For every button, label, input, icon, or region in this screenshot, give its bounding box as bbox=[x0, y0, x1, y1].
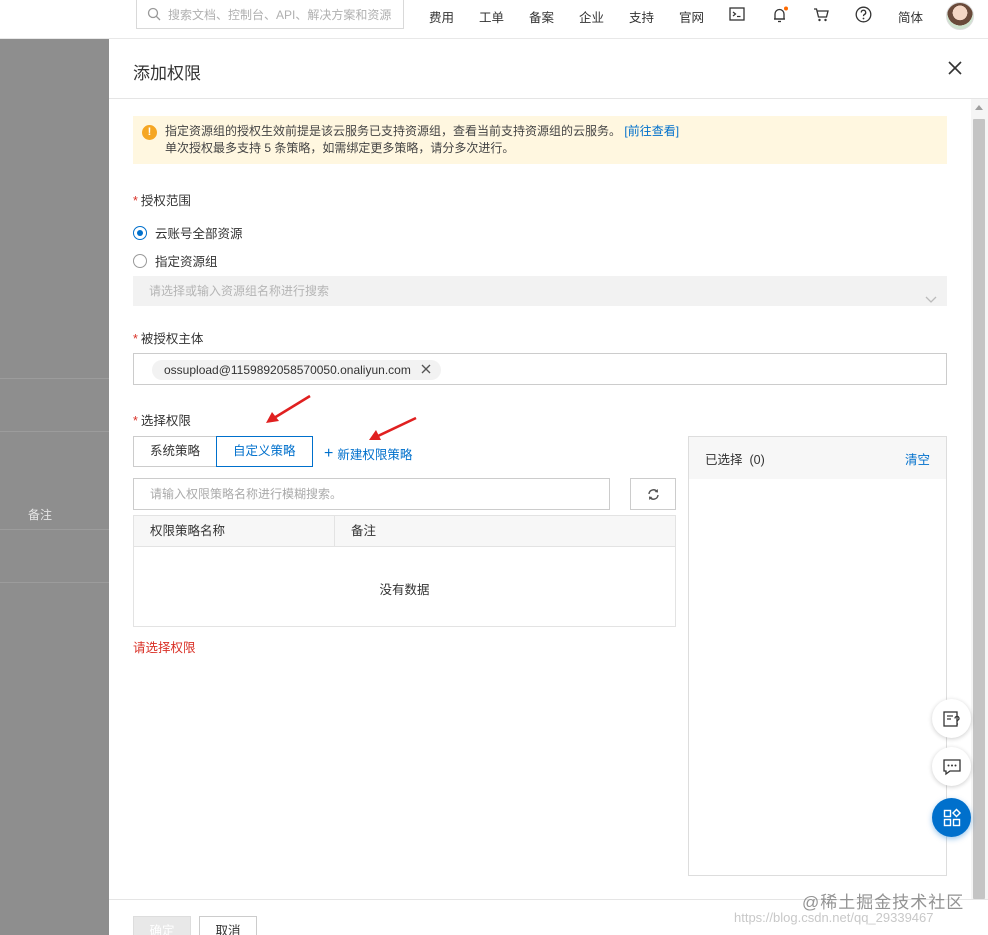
column-header-policy-name: 权限策略名称 bbox=[134, 516, 335, 546]
new-policy-label: 新建权限策略 bbox=[337, 448, 413, 462]
chat-button[interactable] bbox=[932, 747, 971, 786]
principal-label-text: 被授权主体 bbox=[140, 332, 204, 346]
chevron-down-icon bbox=[925, 285, 937, 315]
required-asterisk: * bbox=[133, 194, 138, 208]
remove-tag-icon[interactable] bbox=[421, 363, 431, 377]
drawer-title: 添加权限 bbox=[133, 64, 201, 83]
resource-group-placeholder: 请选择或输入资源组名称进行搜索 bbox=[149, 284, 330, 298]
annotation-arrow-icon bbox=[369, 416, 417, 440]
help-icon[interactable] bbox=[855, 6, 872, 26]
resource-group-notice: ! 指定资源组的授权生效前提是该云服务已支持资源组，查看当前支持资源组的云服务。… bbox=[133, 116, 947, 164]
nav-official-site[interactable]: 官网 bbox=[679, 7, 704, 26]
terminal-icon[interactable] bbox=[729, 6, 745, 25]
notification-bell-icon[interactable] bbox=[771, 6, 789, 27]
scope-label: * 授权范围 bbox=[133, 190, 191, 209]
scope-option-resource-group[interactable]: 指定资源组 bbox=[133, 251, 218, 270]
refresh-button[interactable] bbox=[630, 478, 676, 510]
refresh-icon bbox=[647, 488, 659, 500]
watermark-csdn: https://blog.csdn.net/qq_29339467 bbox=[734, 910, 934, 925]
notice-text-1: 指定资源组的授权生效前提是该云服务已支持资源组，查看当前支持资源组的云服务。 bbox=[165, 124, 622, 138]
radio-checked[interactable] bbox=[133, 225, 147, 240]
drawer-header: 添加权限 bbox=[109, 39, 988, 99]
search-icon bbox=[147, 7, 161, 21]
scope-option-all-resources[interactable]: 云账号全部资源 bbox=[133, 223, 243, 242]
policy-table-header: 权限策略名称 备注 bbox=[134, 516, 675, 547]
plus-icon: + bbox=[324, 444, 334, 462]
scroll-up-arrow-icon[interactable] bbox=[975, 105, 983, 110]
resource-group-select: 请选择或输入资源组名称进行搜索 bbox=[133, 276, 947, 306]
permissions-label-text: 选择权限 bbox=[140, 414, 191, 428]
principal-tag: ossupload@1159892058570050.onaliyun.com bbox=[152, 360, 441, 380]
add-permission-drawer: 添加权限 ! 指定资源组的授权生效前提是该云服务已支持资源组，查看当前支持资源组… bbox=[109, 39, 988, 935]
nav-support[interactable]: 支持 bbox=[629, 7, 654, 26]
new-policy-link[interactable]: + 新建权限策略 bbox=[324, 444, 412, 463]
search-placeholder: 搜索文档、控制台、API、解决方案和资源 bbox=[168, 7, 392, 22]
scope-option-all-label: 云账号全部资源 bbox=[155, 227, 243, 241]
nav-enterprise[interactable]: 企业 bbox=[579, 7, 604, 26]
background-divider bbox=[0, 431, 109, 432]
user-avatar[interactable] bbox=[946, 2, 974, 30]
nav-tickets[interactable]: 工单 bbox=[479, 7, 504, 26]
scrollbar-thumb[interactable] bbox=[973, 119, 985, 899]
principal-tag-text: ossupload@1159892058570050.onaliyun.com bbox=[164, 363, 411, 377]
top-navigation-bar: 搜索文档、控制台、API、解决方案和资源 费用 工单 备案 企业 支持 官网 简… bbox=[0, 0, 988, 39]
chat-bubble-icon bbox=[942, 758, 961, 775]
required-asterisk: * bbox=[133, 414, 138, 428]
principal-label: * 被授权主体 bbox=[133, 328, 203, 347]
column-header-remark: 备注 bbox=[351, 524, 377, 538]
background-divider bbox=[0, 529, 109, 530]
selected-policies-panel: 已选择 (0) 清空 bbox=[688, 436, 947, 876]
background-divider bbox=[0, 378, 109, 379]
tab-system-policy[interactable]: 系统策略 bbox=[133, 436, 218, 467]
feedback-question-icon bbox=[942, 710, 960, 727]
global-search-input[interactable]: 搜索文档、控制台、API、解决方案和资源 bbox=[136, 0, 404, 29]
background-remark-label: 备注 bbox=[28, 508, 53, 522]
permission-error-message: 请选择权限 bbox=[133, 641, 196, 655]
policy-search-input[interactable]: 请输入权限策略名称进行模糊搜索。 bbox=[133, 478, 610, 510]
clear-selection-button[interactable]: 清空 bbox=[905, 449, 930, 468]
policy-type-tabs: 系统策略 自定义策略 bbox=[133, 436, 313, 467]
selected-count: (0) bbox=[749, 452, 765, 467]
language-switch[interactable]: 简体 bbox=[898, 7, 923, 26]
table-empty-text: 没有数据 bbox=[379, 583, 430, 597]
warning-icon: ! bbox=[142, 125, 157, 140]
notice-line-1: 指定资源组的授权生效前提是该云服务已支持资源组，查看当前支持资源组的云服务。 [… bbox=[165, 123, 937, 140]
nav-icp-filing[interactable]: 备案 bbox=[529, 7, 554, 26]
apps-button[interactable] bbox=[932, 798, 971, 837]
required-asterisk: * bbox=[133, 332, 138, 346]
background-divider bbox=[0, 582, 109, 583]
cancel-button[interactable]: 取消 bbox=[199, 916, 257, 935]
notice-text-2: 单次授权最多支持 5 条策略，如需绑定更多策略，请分多次进行。 bbox=[165, 141, 515, 155]
confirm-button[interactable]: 确定 bbox=[133, 916, 191, 935]
selected-title-text: 已选择 bbox=[705, 452, 743, 467]
selected-title: 已选择 (0) bbox=[705, 449, 765, 468]
scope-option-group-label: 指定资源组 bbox=[155, 255, 218, 269]
scope-label-text: 授权范围 bbox=[140, 194, 191, 208]
modal-backdrop[interactable] bbox=[0, 39, 109, 935]
view-supported-services-link[interactable]: [前往查看] bbox=[624, 124, 679, 138]
radio-unchecked[interactable] bbox=[133, 253, 147, 268]
close-icon[interactable] bbox=[947, 60, 963, 79]
feedback-button[interactable] bbox=[932, 699, 971, 738]
nav-billing[interactable]: 费用 bbox=[429, 7, 454, 26]
selected-panel-header: 已选择 (0) 清空 bbox=[689, 437, 946, 479]
policy-search-placeholder: 请输入权限策略名称进行模糊搜索。 bbox=[150, 487, 343, 501]
policy-table: 权限策略名称 备注 没有数据 bbox=[133, 515, 676, 627]
shopping-cart-icon[interactable] bbox=[813, 6, 830, 26]
principal-input[interactable]: ossupload@1159892058570050.onaliyun.com bbox=[133, 353, 947, 385]
permissions-label: * 选择权限 bbox=[133, 410, 191, 429]
tab-custom-policy[interactable]: 自定义策略 bbox=[216, 436, 313, 467]
annotation-arrow-icon bbox=[266, 394, 311, 423]
apps-grid-icon bbox=[943, 807, 961, 826]
